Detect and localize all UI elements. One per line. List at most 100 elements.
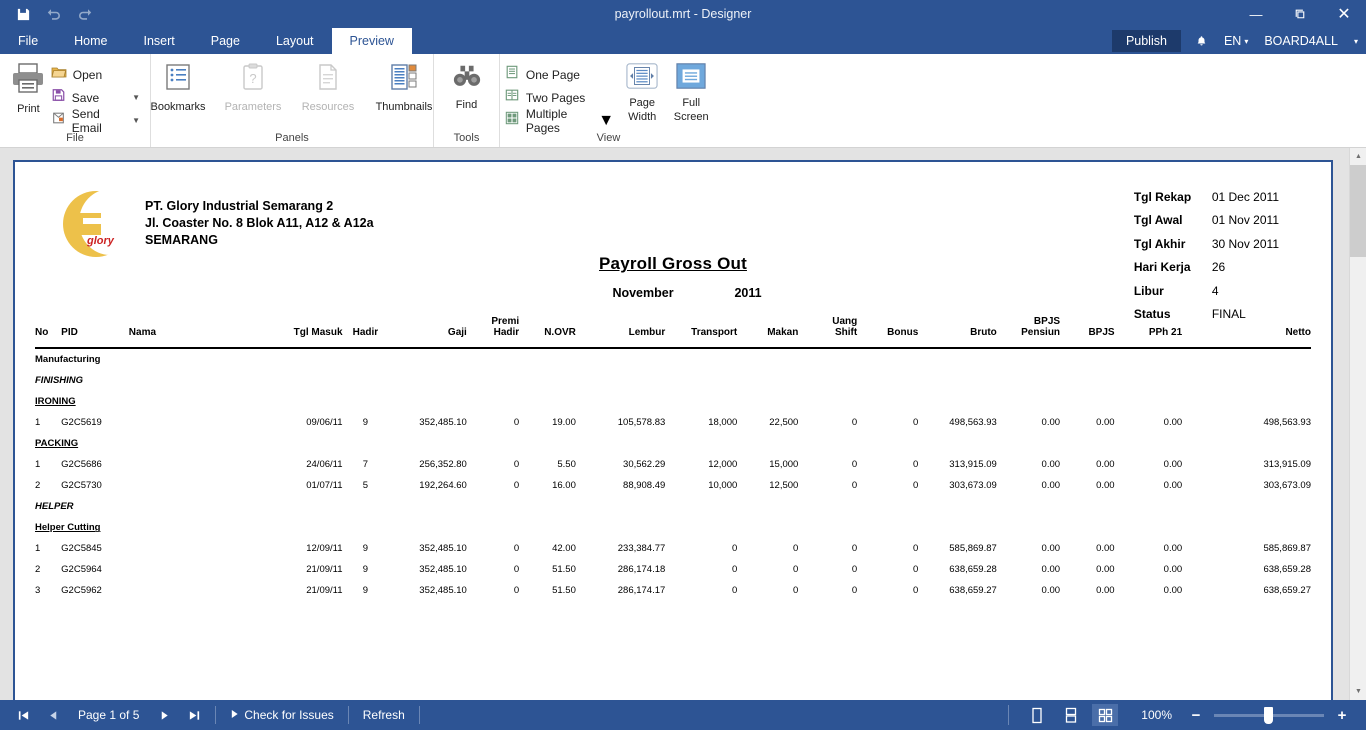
group-row-department: Manufacturing — [35, 354, 101, 366]
save-icon[interactable] — [14, 5, 32, 23]
multiple-pages-chevron-down-icon[interactable]: ▼ — [590, 112, 614, 130]
col-tgl-masuk: Tgl Masuk — [293, 327, 343, 339]
table-row: 1 G2C5686 24/06/11 7 256,352.80 0 5.50 3… — [35, 459, 1311, 471]
report-page: glory PT. Glory Industrial Semarang 2 Jl… — [13, 160, 1333, 700]
language-selector[interactable]: EN ▾ — [1216, 28, 1256, 54]
close-button[interactable]: ✕ — [1322, 0, 1366, 28]
payroll-table: No PID Nama Tgl Masuk Hadir Gaji Premi H… — [35, 316, 1311, 601]
multiple-pages-label: Multiple Pages — [525, 106, 568, 135]
next-page-icon[interactable] — [149, 700, 179, 730]
resources-label: Resources — [301, 101, 355, 113]
ribbon-group-view: One Page Two Pages Multiple Pages ▼ Page… — [499, 54, 717, 147]
notification-bell-icon[interactable] — [1187, 28, 1216, 54]
meta-row: Hari Kerja 26 — [1133, 260, 1226, 275]
zoom-slider[interactable] — [1214, 706, 1324, 724]
restore-button[interactable] — [1278, 0, 1322, 28]
find-binoculars-icon — [452, 62, 482, 97]
single-page-view-icon[interactable] — [1024, 704, 1050, 726]
resources-button[interactable]: Resources — [297, 58, 359, 113]
vertical-scrollbar[interactable]: ▲ ▼ — [1349, 148, 1366, 700]
previous-page-icon[interactable] — [38, 700, 68, 730]
check-for-issues-label: Check for Issues — [244, 708, 334, 722]
vertical-scrollbar-thumb[interactable] — [1350, 165, 1366, 257]
group-row-subsection: IRONING — [35, 396, 76, 408]
report-month: November — [612, 286, 674, 300]
full-screen-label-2: Screen — [673, 111, 709, 124]
page-indicator: Page 1 of 5 — [78, 708, 140, 722]
col-lembur: Lembur — [628, 327, 666, 339]
publish-button[interactable]: Publish — [1111, 30, 1181, 52]
parameters-button[interactable]: ? Parameters — [221, 58, 285, 113]
tab-layout[interactable]: Layout — [258, 28, 332, 54]
parameters-icon: ? — [237, 62, 269, 99]
col-bpjs: BPJS — [1088, 327, 1115, 339]
meta-row: Libur 4 — [1133, 283, 1219, 298]
thumbnails-button[interactable]: Thumbnails — [371, 58, 437, 113]
company-name: PT. Glory Industrial Semarang 2 — [145, 199, 334, 213]
scroll-down-arrow-icon[interactable]: ▼ — [1350, 683, 1366, 700]
group-row-subsection: PACKING — [35, 438, 79, 450]
one-page-label: One Page — [525, 67, 580, 82]
tab-insert[interactable]: Insert — [126, 28, 193, 54]
file-small-buttons: Open Save ▼ Send Email ▼ — [49, 58, 142, 135]
multiple-pages-option[interactable]: Multiple Pages ▼ — [505, 107, 614, 135]
report-period: November 2011 — [35, 286, 1311, 300]
open-button[interactable]: Open — [49, 64, 142, 85]
col-pid: PID — [61, 327, 78, 339]
chevron-down-icon: ▾ — [1244, 37, 1249, 46]
full-screen-icon — [676, 62, 706, 95]
account-name[interactable]: BOARD4ALL — [1256, 28, 1346, 54]
undo-icon[interactable] — [45, 5, 63, 23]
full-screen-button[interactable]: Full Screen — [670, 58, 712, 123]
tab-home[interactable]: Home — [56, 28, 125, 54]
minimize-button[interactable]: — — [1234, 0, 1278, 28]
meta-row: Tgl Rekap 01 Dec 2011 — [1133, 190, 1279, 204]
continuous-page-view-icon[interactable] — [1058, 704, 1084, 726]
two-pages-option[interactable]: Two Pages — [505, 87, 614, 108]
multi-page-view-icon[interactable] — [1092, 704, 1119, 726]
zoom-out-button[interactable]: − — [1186, 707, 1206, 724]
save-dropdown-chevron-down-icon[interactable]: ▼ — [118, 93, 140, 102]
redo-icon[interactable] — [76, 5, 94, 23]
scroll-up-arrow-icon[interactable]: ▲ — [1350, 148, 1366, 165]
group-row-section: FINISHING — [35, 375, 84, 387]
tab-file[interactable]: File — [0, 28, 56, 54]
play-arrow-icon — [230, 708, 239, 722]
company-address: PT. Glory Industrial Semarang 2 Jl. Coas… — [145, 198, 374, 249]
thumbnails-label: Thumbnails — [375, 101, 433, 113]
status-bar: Page 1 of 5 Check for Issues Refresh 100… — [0, 700, 1366, 730]
table-row: 2 G2C5730 01/07/11 5 192,264.60 0 16.00 … — [35, 480, 1311, 492]
page-navigation: Page 1 of 5 — [0, 700, 209, 730]
col-bpjs-pensiun: BPJS Pensiun — [1021, 316, 1061, 339]
table-row: 1 G2C5845 12/09/11 9 352,485.10 0 42.00 … — [35, 543, 1311, 555]
company-street: Jl. Coaster No. 8 Blok A11, A12 & A12a — [145, 215, 374, 230]
bookmarks-button[interactable]: Bookmarks — [147, 58, 209, 113]
table-row: 3 G2C5962 21/09/11 9 352,485.10 0 51.50 … — [35, 585, 1311, 597]
zoom-in-button[interactable]: + — [1332, 707, 1352, 724]
first-page-icon[interactable] — [8, 700, 38, 730]
two-pages-label: Two Pages — [525, 90, 586, 105]
report-meta: Tgl Rekap 01 Dec 2011 Tgl Awal 01 Nov 20… — [1134, 186, 1279, 326]
col-bonus: Bonus — [887, 327, 919, 339]
account-menu-chevron-down-icon[interactable]: ▾ — [1346, 28, 1366, 54]
window-title: payrollout.mrt - Designer — [614, 7, 752, 21]
print-button[interactable]: Print — [8, 58, 49, 115]
zoom-slider-thumb[interactable] — [1264, 706, 1273, 724]
find-button[interactable]: Find — [442, 58, 492, 111]
parameters-label: Parameters — [224, 101, 282, 113]
table-row: 1 G2C5619 09/06/11 9 352,485.10 0 19.00 … — [35, 417, 1311, 429]
send-email-button[interactable]: Send Email ▼ — [49, 107, 142, 135]
page-width-button[interactable]: Page Width — [622, 58, 662, 123]
last-page-icon[interactable] — [179, 700, 209, 730]
report-year: 2011 — [734, 286, 762, 300]
tab-page[interactable]: Page — [193, 28, 258, 54]
open-folder-icon — [51, 65, 67, 84]
one-page-option[interactable]: One Page — [505, 64, 614, 85]
check-for-issues-button[interactable]: Check for Issues — [222, 700, 341, 730]
tab-preview[interactable]: Preview — [331, 28, 412, 54]
refresh-button[interactable]: Refresh — [355, 700, 413, 730]
payroll-table-body: Manufacturing FINISHING IRONING 1 G2C561… — [35, 348, 1311, 601]
save-button[interactable]: Save ▼ — [49, 87, 142, 108]
page-width-icon — [626, 62, 658, 95]
send-email-dropdown-chevron-down-icon[interactable]: ▼ — [118, 116, 140, 125]
